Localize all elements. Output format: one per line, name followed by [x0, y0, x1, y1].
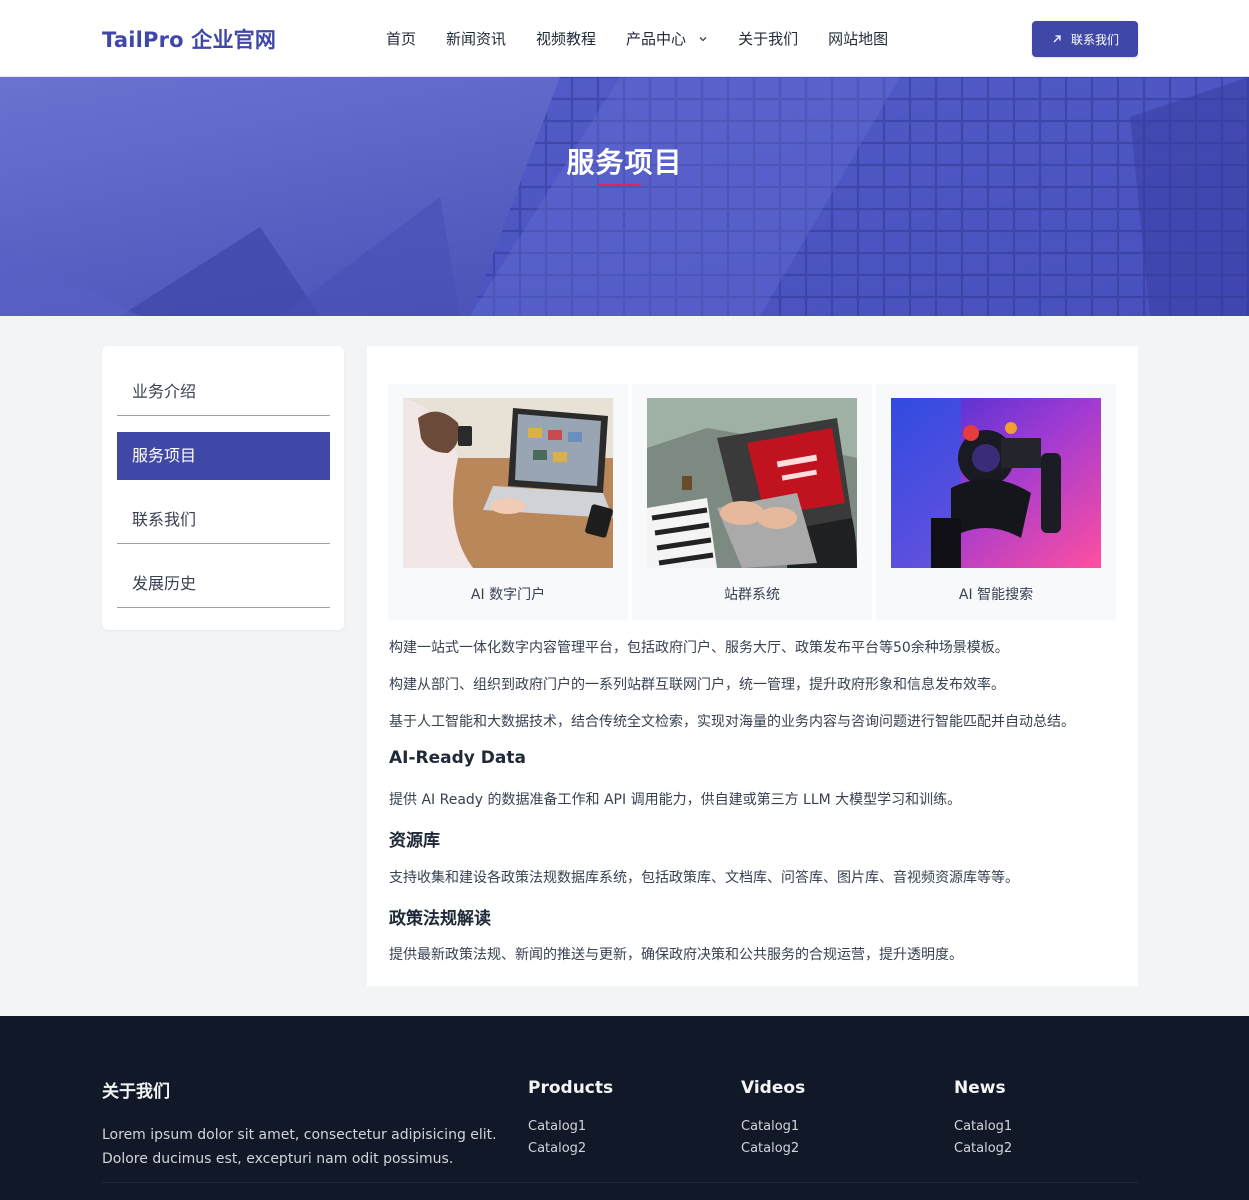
nav-home[interactable]: 首页 [386, 28, 416, 49]
nav-sitemap[interactable]: 网站地图 [828, 28, 888, 49]
card-image [891, 398, 1101, 568]
footer-link[interactable]: Catalog1 [741, 1119, 799, 1134]
footer-about-title: 关于我们 [102, 1082, 170, 1102]
title-underline [597, 184, 641, 186]
sidebar-item-history[interactable]: 发展历史 [117, 560, 330, 608]
footer-about-line: Dolore ducimus est, excepturi nam odit p… [102, 1151, 454, 1167]
footer-products-title: Products [528, 1078, 614, 1098]
chevron-down-icon [699, 36, 707, 41]
footer-divider [102, 1182, 1138, 1183]
footer-link[interactable]: Catalog1 [954, 1119, 1012, 1134]
main-content: AI 数字门户 站群系统 AI 智能搜索 构建一站式一体化数字内容管理平台，包括… [367, 346, 1138, 986]
card-caption: AI 数字门户 [470, 587, 546, 603]
banner-building-image [0, 77, 1249, 316]
main-nav: 首页 新闻资讯 视频教程 产品中心 关于我们 网站地图 [386, 28, 918, 49]
nav-about[interactable]: 关于我们 [738, 28, 798, 49]
paragraph: 提供 AI Ready 的数据准备工作和 API 调用能力，供自建或第三方 LL… [389, 792, 962, 808]
footer-about-line: Lorem ipsum dolor sit amet, consectetur … [102, 1127, 497, 1143]
nav-videos[interactable]: 视频教程 [536, 28, 596, 49]
sidebar-item-business[interactable]: 业务介绍 [117, 368, 330, 416]
arrow-up-right-icon [1053, 35, 1061, 43]
sidebar: 业务介绍 服务项目 联系我们 发展历史 [102, 346, 344, 630]
footer-link[interactable]: Catalog2 [741, 1141, 799, 1156]
contact-button-label: 联系我们 [1070, 32, 1119, 47]
nav-label: 首页 [386, 30, 417, 48]
nav-label: 新闻资讯 [446, 30, 507, 48]
sidebar-item-contact[interactable]: 联系我们 [117, 496, 330, 544]
nav-news[interactable]: 新闻资讯 [446, 28, 506, 49]
nav-label: 产品中心 [626, 30, 687, 48]
contact-button[interactable]: 联系我们 [1032, 21, 1138, 57]
footer-link[interactable]: Catalog2 [528, 1141, 586, 1156]
service-card[interactable]: AI 智能搜索 [876, 384, 1116, 620]
paragraph: 构建从部门、组织到政府门户的一系列站群互联网门户，统一管理，提升政府形象和信息发… [389, 677, 1005, 693]
nav-products[interactable]: 产品中心 [626, 28, 708, 49]
site-footer: 关于我们 Lorem ipsum dolor sit amet, consect… [0, 1016, 1249, 1200]
section-heading: AI-Ready Data [389, 748, 526, 768]
paragraph: 支持收集和建设各政策法规数据库系统，包括政策库、文档库、问答库、图片库、音视频资… [389, 870, 1019, 886]
footer-about-text: Lorem ipsum dolor sit amet, consectetur … [102, 1123, 497, 1171]
site-header: TailPro 企业官网 首页 新闻资讯 视频教程 产品中心 关于我们 网站地图… [0, 0, 1249, 77]
service-card[interactable]: 站群系统 [632, 384, 872, 620]
footer-news-title: News [954, 1078, 1006, 1098]
sidebar-item-services[interactable]: 服务项目 [117, 432, 330, 480]
footer-videos-title: Videos [741, 1078, 806, 1098]
nav-label: 关于我们 [738, 30, 799, 48]
site-logo[interactable]: TailPro 企业官网 [102, 24, 276, 54]
paragraph: 基于人工智能和大数据技术，结合传统全文检索，实现对海量的业务内容与咨询问题进行智… [389, 714, 1075, 730]
service-card[interactable]: AI 数字门户 [388, 384, 628, 620]
page-banner: 服务项目 [0, 77, 1249, 316]
page-title: 服务项目 [566, 146, 683, 179]
paragraph: 构建一站式一体化数字内容管理平台，包括政府门户、服务大厅、政策发布平台等50余种… [389, 640, 1009, 656]
card-image [403, 398, 613, 568]
footer-link[interactable]: Catalog1 [528, 1119, 586, 1134]
paragraph: 提供最新政策法规、新闻的推送与更新，确保政府决策和公共服务的合规运营，提升透明度… [389, 947, 963, 963]
section-heading: 政策法规解读 [389, 909, 491, 929]
nav-label: 网站地图 [828, 30, 889, 48]
nav-label: 视频教程 [536, 30, 597, 48]
card-image [647, 398, 857, 568]
card-caption: 站群系统 [724, 587, 780, 603]
section-heading: 资源库 [389, 831, 440, 851]
card-caption: AI 智能搜索 [958, 587, 1034, 603]
footer-link[interactable]: Catalog2 [954, 1141, 1012, 1156]
